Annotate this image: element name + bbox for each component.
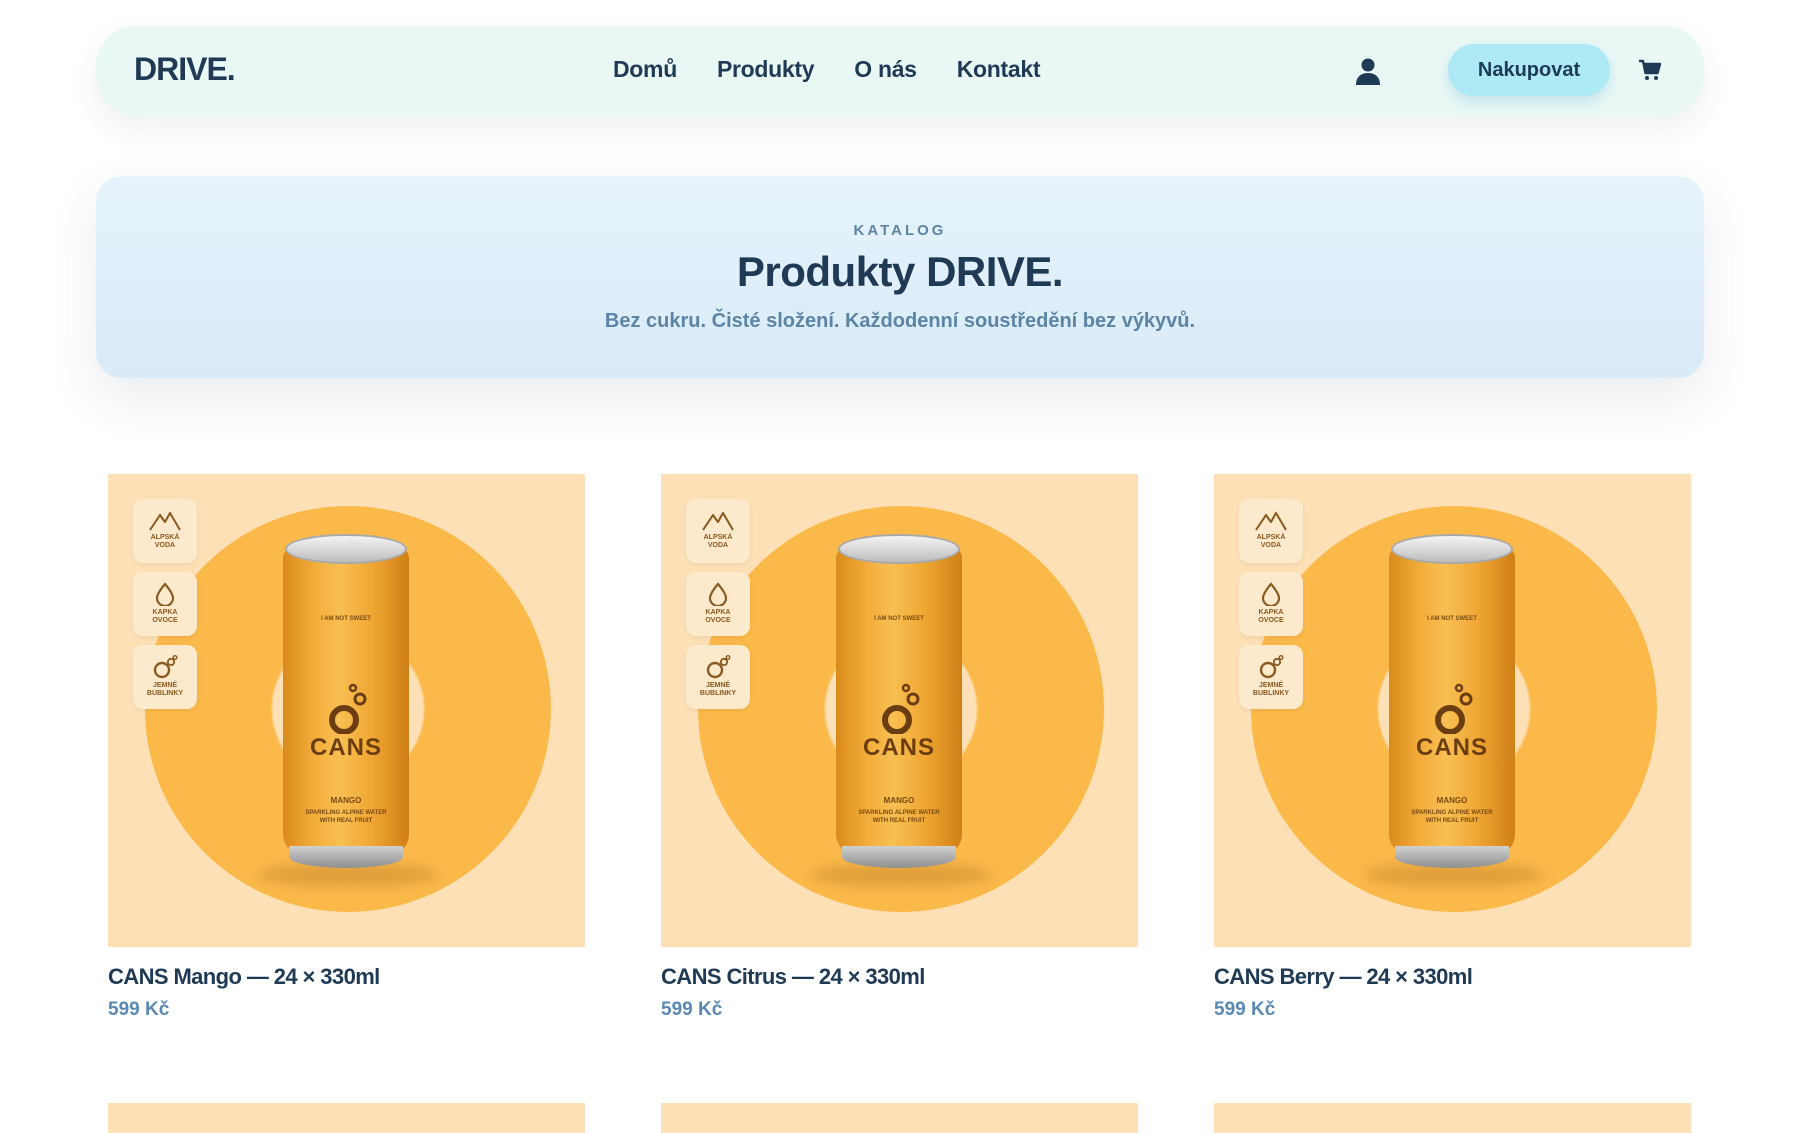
can-flavor: MANGO <box>330 796 362 805</box>
can-lid <box>838 534 960 564</box>
badge-fruit-drop: KAPKA OVOCE <box>133 572 197 636</box>
product-image[interactable]: ALPSKÁ VODA KAPKA OVOCE JEMNÉ BUBLINKY I… <box>108 474 585 947</box>
badge-fine-bubbles: JEMNÉ BUBLINKY <box>1239 645 1303 709</box>
can-desc-1: SPARKLING ALPINE WATER <box>305 810 387 816</box>
can-brand: CANS <box>309 734 382 761</box>
product-card-row2-1[interactable] <box>108 1103 585 1133</box>
product-card[interactable]: ALPSKÁ VODA KAPKA OVOCE JEMNÉ BUBLINKY I… <box>108 474 585 1034</box>
badge-fruit-drop: KAPKA OVOCE <box>1239 572 1303 636</box>
can-tagline: I AM NOT SWEET <box>1427 616 1477 622</box>
nav-link-about[interactable]: O nás <box>854 56 917 83</box>
can-brand: CANS <box>862 734 935 761</box>
badge-alpine-water: ALPSKÁ VODA <box>686 499 750 563</box>
can-illustration: I AM NOT SWEET CANS MANGO SPARKLING ALPI… <box>1389 534 1515 874</box>
can-tagline: I AM NOT SWEET <box>874 616 924 622</box>
can-desc-1: SPARKLING ALPINE WATER <box>1411 810 1493 816</box>
can-tagline: I AM NOT SWEET <box>321 616 371 622</box>
site-logo[interactable]: DRIVE. <box>134 51 236 88</box>
hero-eyebrow: KATALOG <box>853 222 947 239</box>
drop-icon <box>155 582 175 606</box>
badge-alpine-water: ALPSKÁ VODA <box>1239 499 1303 563</box>
user-icon[interactable] <box>1354 56 1382 86</box>
drop-icon <box>1261 582 1281 606</box>
product-card-row2-2[interactable] <box>661 1103 1138 1133</box>
nav-link-contact[interactable]: Kontakt <box>957 56 1041 83</box>
can-desc-1: SPARKLING ALPINE WATER <box>858 810 940 816</box>
mountain-icon <box>702 511 734 531</box>
main-menu: Domů Produkty O nás Kontakt <box>613 56 1041 83</box>
can-illustration: I AM NOT SWEET CANS MANGO SPARKLING ALPI… <box>836 534 962 874</box>
catalog-hero: KATALOG Produkty DRIVE. Bez cukru. Čisté… <box>96 176 1704 378</box>
can-desc-2: WITH REAL FRUIT <box>1425 818 1479 824</box>
product-card[interactable]: ALPSKÁ VODA KAPKA OVOCE JEMNÉ BUBLINKY I… <box>1214 474 1691 1034</box>
can-base <box>1395 846 1509 868</box>
nav-link-home[interactable]: Domů <box>613 56 677 83</box>
cans-logo-mark <box>329 683 367 734</box>
can-lid <box>1391 534 1513 564</box>
drop-icon <box>708 582 728 606</box>
product-image[interactable]: ALPSKÁ VODA KAPKA OVOCE JEMNÉ BUBLINKY I… <box>1214 474 1691 947</box>
mountain-icon <box>149 511 181 531</box>
can-desc-2: WITH REAL FRUIT <box>319 818 373 824</box>
can-lid <box>285 534 407 564</box>
nav-link-products[interactable]: Produkty <box>717 56 815 83</box>
product-price: 599 Kč <box>1214 999 1276 1020</box>
can-flavor: MANGO <box>883 796 915 805</box>
product-card[interactable]: ALPSKÁ VODA KAPKA OVOCE JEMNÉ BUBLINKY I… <box>661 474 1138 1034</box>
product-price: 599 Kč <box>108 999 170 1020</box>
cans-logo-mark <box>882 683 920 734</box>
product-name[interactable]: CANS Berry — 24 × 330ml <box>1214 964 1473 990</box>
bubbles-icon <box>153 655 178 679</box>
badge-fine-bubbles: JEMNÉ BUBLINKY <box>686 645 750 709</box>
can-base <box>289 846 403 868</box>
badge-fine-bubbles: JEMNÉ BUBLINKY <box>133 645 197 709</box>
can-desc-2: WITH REAL FRUIT <box>872 818 926 824</box>
can-flavor: MANGO <box>1436 796 1468 805</box>
bubbles-icon <box>1259 655 1284 679</box>
mountain-icon <box>1255 511 1287 531</box>
can-base <box>842 846 956 868</box>
product-name[interactable]: CANS Citrus — 24 × 330ml <box>661 964 925 990</box>
product-name[interactable]: CANS Mango — 24 × 330ml <box>108 964 380 990</box>
product-price: 599 Kč <box>661 999 723 1020</box>
top-navigation: DRIVE. Domů Produkty O nás Kontakt Nakup… <box>96 26 1704 116</box>
product-image[interactable]: ALPSKÁ VODA KAPKA OVOCE JEMNÉ BUBLINKY I… <box>661 474 1138 947</box>
can-brand: CANS <box>1415 734 1488 761</box>
badge-fruit-drop: KAPKA OVOCE <box>686 572 750 636</box>
cart-icon[interactable] <box>1638 58 1662 82</box>
shop-button[interactable]: Nakupovat <box>1448 44 1610 96</box>
hero-subtitle: Bez cukru. Čisté složení. Každodenní sou… <box>604 310 1196 332</box>
bubbles-icon <box>706 655 731 679</box>
badge-alpine-water: ALPSKÁ VODA <box>133 499 197 563</box>
page-title: Produkty DRIVE. <box>736 248 1064 295</box>
can-illustration: I AM NOT SWEET CANS MANGO SPARKLING ALPI… <box>283 534 409 874</box>
product-card-row2-3[interactable] <box>1214 1103 1691 1133</box>
cans-logo-mark <box>1435 683 1473 734</box>
